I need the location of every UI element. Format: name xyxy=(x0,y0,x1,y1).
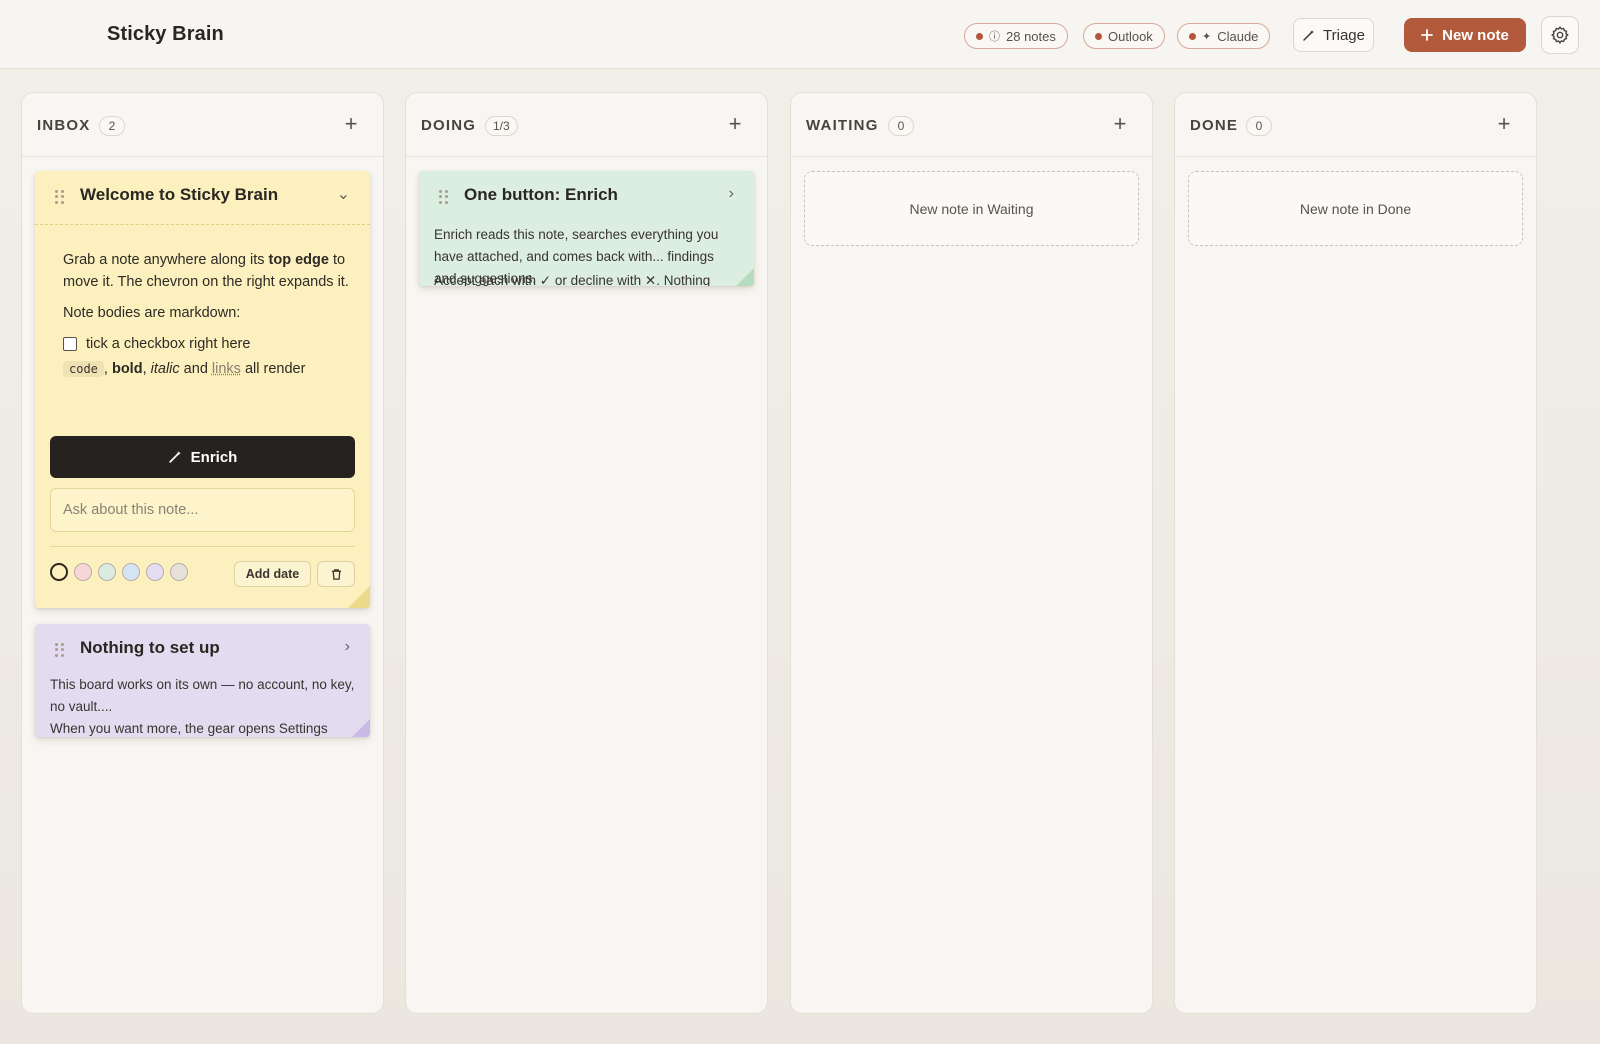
note-fold-corner xyxy=(736,268,754,286)
note-card[interactable]: Nothing to set up › This board works on … xyxy=(35,624,370,737)
color-swatch[interactable] xyxy=(74,563,92,581)
note-title: Nothing to set up xyxy=(80,638,220,657)
drag-handle-icon[interactable] xyxy=(55,190,65,204)
note-title: Welcome to Sticky Brain xyxy=(80,185,279,204)
inline-link[interactable]: links xyxy=(212,361,241,377)
info-circle-icon: ⓘ xyxy=(989,31,1000,43)
new-note-dropzone[interactable]: New note in Waiting xyxy=(804,171,1139,246)
markdown-demo-line: code, bold, italic and links all render xyxy=(63,358,353,380)
app-title: Sticky Brain xyxy=(107,23,224,45)
add-note-button[interactable]: + xyxy=(1108,113,1132,137)
ask-note-input[interactable] xyxy=(50,488,355,532)
column-waiting: WAITING 0 + New note in Waiting xyxy=(790,92,1153,1014)
checkbox-label: tick a checkbox right here xyxy=(86,336,251,352)
status-dot xyxy=(1095,32,1102,40)
note-paragraph: Grab a note anywhere along its top edge … xyxy=(63,252,349,290)
note-fold-corner xyxy=(352,719,370,737)
chevron-down-icon[interactable]: ⌄ xyxy=(337,184,350,204)
notes-count-pill[interactable]: ⓘ 28 notes xyxy=(964,23,1068,49)
column-header: WAITING 0 + xyxy=(791,93,1152,157)
color-swatch[interactable] xyxy=(146,563,164,581)
drag-handle-icon[interactable] xyxy=(439,190,449,204)
enrich-label: Enrich xyxy=(190,448,238,466)
trash-icon xyxy=(331,568,341,580)
color-swatch[interactable] xyxy=(122,563,140,581)
column-count-badge: 1/3 xyxy=(485,116,518,136)
triage-button[interactable]: Triage xyxy=(1293,18,1374,52)
claude-pill[interactable]: ✦ Claude xyxy=(1177,23,1271,49)
column-count-badge: 0 xyxy=(1246,116,1272,136)
sparkle-icon: ✦ xyxy=(1202,30,1212,43)
color-swatch[interactable] xyxy=(170,563,188,581)
note-footer-divider xyxy=(50,546,355,547)
magic-wand-icon xyxy=(1303,29,1315,41)
claude-label: Claude xyxy=(1217,28,1259,44)
top-bar: Sticky Brain ⓘ 28 notes Outlook ✦ Claude… xyxy=(0,0,1600,69)
add-note-button[interactable]: + xyxy=(1492,113,1516,137)
notes-count-label: 28 notes xyxy=(1006,28,1056,44)
note-paragraph: Note bodies are markdown: xyxy=(63,305,241,321)
enrich-button[interactable]: Enrich xyxy=(50,436,355,478)
column-title: DONE xyxy=(1190,117,1239,134)
status-dot xyxy=(1189,32,1196,40)
outlook-label: Outlook xyxy=(1108,28,1153,44)
note-snippet: This board works on its own — no account… xyxy=(50,677,355,714)
add-date-button[interactable]: Add date xyxy=(234,561,311,587)
note-card[interactable]: One button: Enrich › Enrich reads this n… xyxy=(419,171,754,286)
color-swatch[interactable] xyxy=(98,563,116,581)
settings-button[interactable] xyxy=(1541,16,1579,54)
color-swatch[interactable] xyxy=(50,563,68,581)
new-note-button[interactable]: New note xyxy=(1404,18,1526,52)
chevron-right-icon[interactable]: › xyxy=(345,638,350,656)
status-dot xyxy=(976,32,983,40)
column-header: INBOX 2 + xyxy=(22,93,383,157)
note-snippet: When you want more, the gear opens Setti… xyxy=(50,721,328,736)
column-doing: DOING 1/3 + One button: Enrich › Enrich … xyxy=(405,92,768,1014)
color-swatches xyxy=(50,563,188,581)
drag-handle-icon[interactable] xyxy=(55,643,65,657)
column-title: WAITING xyxy=(806,117,879,134)
delete-note-button[interactable] xyxy=(317,561,355,587)
note-card[interactable]: Welcome to Sticky Brain ⌄ Grab a note an… xyxy=(35,171,370,608)
new-note-label: New note xyxy=(1442,26,1509,44)
plus-icon xyxy=(1421,29,1434,41)
column-done: DONE 0 + New note in Done xyxy=(1174,92,1537,1014)
column-inbox: INBOX 2 + Welcome to Sticky Brain ⌄ Grab… xyxy=(21,92,384,1014)
column-header: DOING 1/3 + xyxy=(406,93,767,157)
note-fold-corner xyxy=(348,586,370,608)
add-note-button[interactable]: + xyxy=(339,113,363,137)
outlook-pill[interactable]: Outlook xyxy=(1083,23,1165,49)
add-note-button[interactable]: + xyxy=(723,113,747,137)
new-note-dropzone[interactable]: New note in Done xyxy=(1188,171,1523,246)
column-title: INBOX xyxy=(37,117,91,134)
gear-icon xyxy=(1551,26,1569,44)
chevron-right-icon[interactable]: › xyxy=(729,185,734,203)
inline-code: code xyxy=(63,361,104,377)
column-header: DONE 0 + xyxy=(1175,93,1536,157)
note-snippet: Accept each with ✓ or decline with ✕. No… xyxy=(434,273,711,286)
column-title: DOING xyxy=(421,117,477,134)
checkbox[interactable] xyxy=(63,337,77,351)
column-count-badge: 0 xyxy=(888,116,914,136)
column-count-badge: 2 xyxy=(99,116,125,136)
checkbox-item[interactable]: tick a checkbox right here xyxy=(63,333,353,355)
note-body: Grab a note anywhere along its top edge … xyxy=(63,249,353,380)
note-title: One button: Enrich xyxy=(464,185,618,204)
magic-wand-icon xyxy=(168,451,181,463)
note-header-divider xyxy=(35,224,370,225)
triage-label: Triage xyxy=(1323,26,1365,44)
